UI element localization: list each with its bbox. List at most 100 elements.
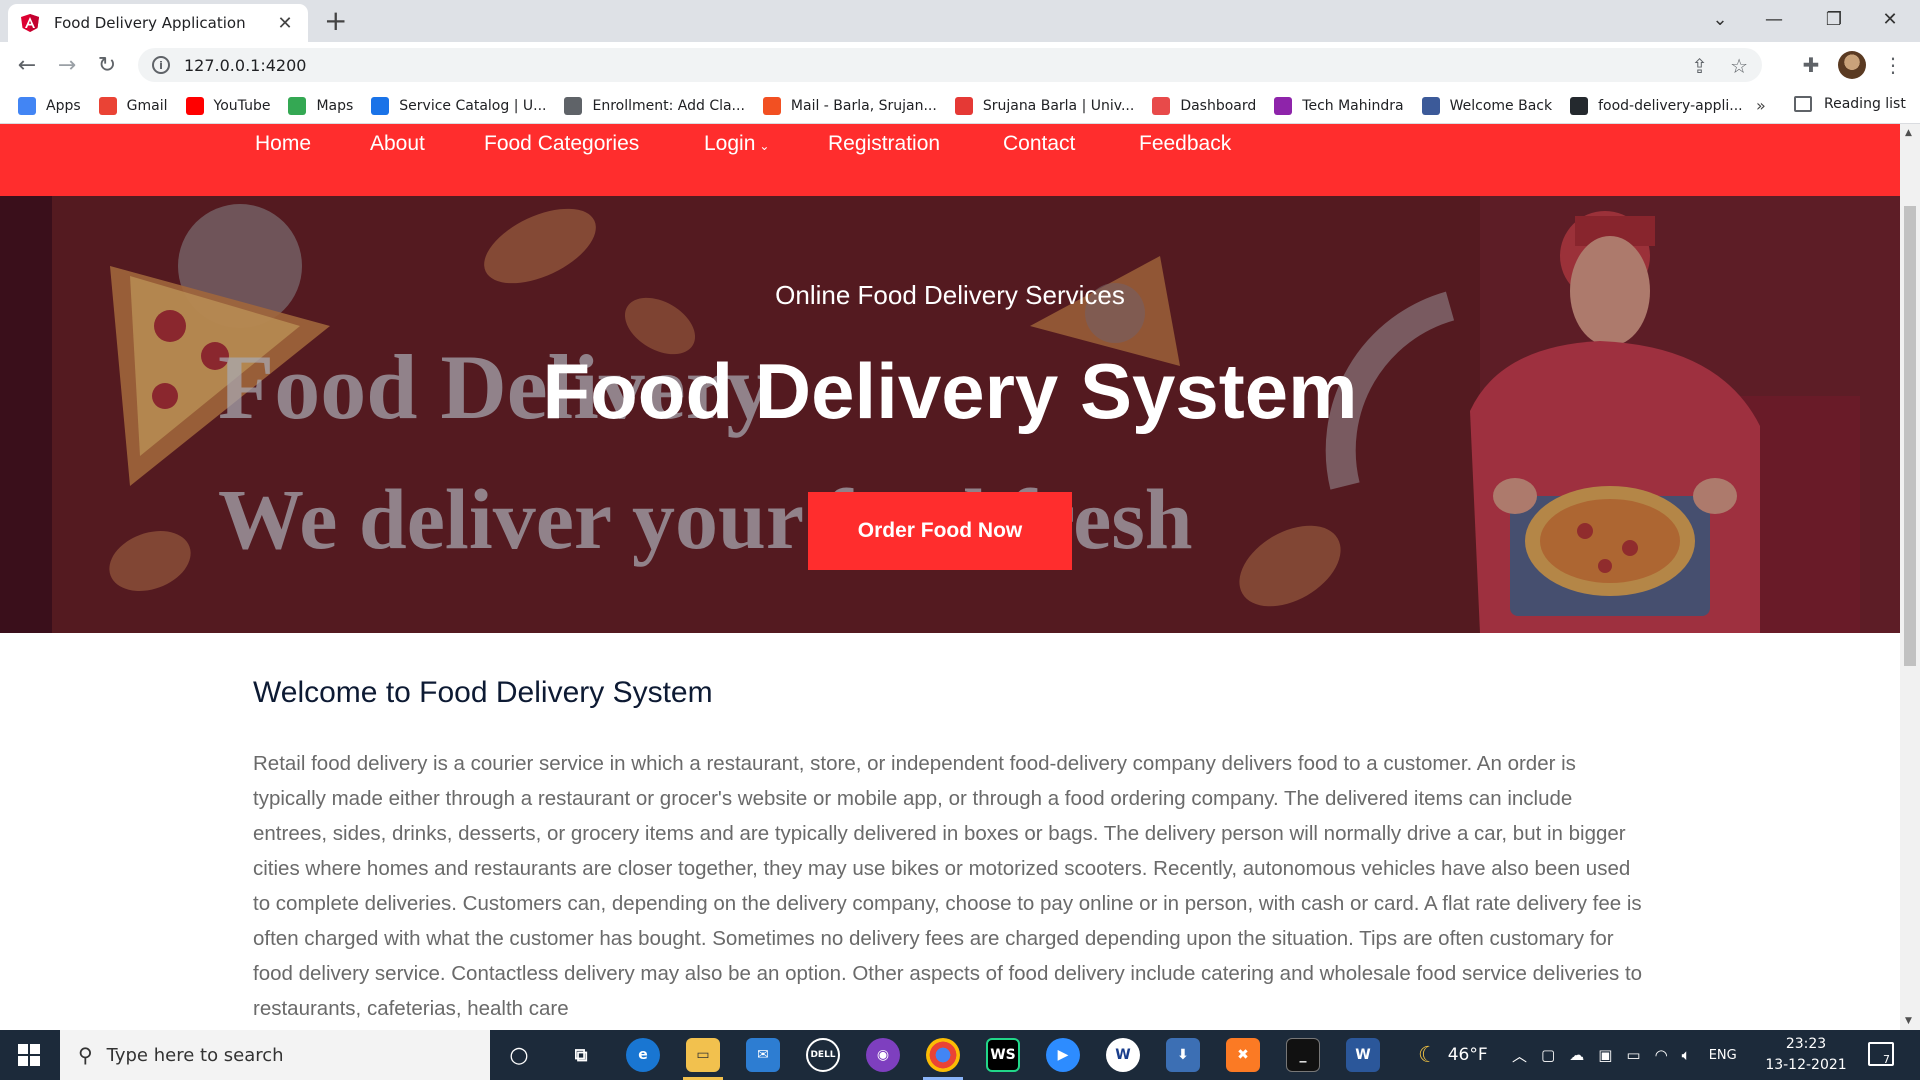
minimize-icon[interactable]: — xyxy=(1746,0,1802,38)
bookmark-label: Service Catalog | U... xyxy=(399,97,547,114)
taskbar-clock[interactable]: 23:23 13-12-2021 xyxy=(1762,1034,1850,1076)
reading-list-label: Reading list xyxy=(1824,96,1906,112)
site-navbar: Home About Food Categories Login ⌄ Regist… xyxy=(0,124,1900,196)
nav-registration[interactable]: Registration xyxy=(828,132,940,156)
zoom-icon[interactable]: ▶ xyxy=(1046,1038,1080,1072)
display-icon[interactable]: ▣ xyxy=(1598,1046,1612,1064)
edge-icon[interactable]: e xyxy=(626,1038,660,1072)
bookmark-item[interactable]: Service Catalog | U... xyxy=(371,96,547,115)
bookmark-item[interactable]: Welcome Back xyxy=(1421,96,1553,115)
more-bookmarks-icon[interactable]: » xyxy=(1756,96,1766,115)
windows-taskbar: ⚲ Type here to search ○ ⧉ e ▭ ✉ DELL ◉ W… xyxy=(0,1030,1920,1080)
forward-icon[interactable]: → xyxy=(52,50,82,80)
search-icon: ⚲ xyxy=(78,1043,93,1067)
extensions-icon[interactable]: ✚ xyxy=(1796,50,1826,80)
browser-tab-strip: Food Delivery Application ✕ + ⌄ — ❐ ✕ xyxy=(0,0,1920,42)
profile-avatar[interactable] xyxy=(1838,51,1866,79)
onedrive-icon[interactable]: ☁ xyxy=(1569,1046,1584,1064)
bookmark-item[interactable]: Apps xyxy=(18,96,81,115)
battery-icon[interactable]: ▭ xyxy=(1626,1046,1640,1064)
order-food-now-button[interactable]: Order Food Now xyxy=(808,492,1072,570)
clock-time: 23:23 xyxy=(1785,1036,1827,1052)
bookmark-item[interactable]: food-delivery-appli... xyxy=(1570,96,1743,115)
bookmark-label: Enrollment: Add Cla... xyxy=(592,97,745,114)
chrome-icon[interactable] xyxy=(926,1038,960,1072)
bookmark-item[interactable]: Dashboard xyxy=(1152,96,1256,115)
page-viewport: Home About Food Categories Login ⌄ Regist… xyxy=(0,124,1900,1030)
bookmark-label: Apps xyxy=(46,97,81,114)
share-icon[interactable]: ⇪ xyxy=(1691,54,1708,78)
bookmark-favicon-icon xyxy=(564,96,583,115)
bookmarks-bar: Apps Gmail YouTube Maps Service Catalog | U.… xyxy=(0,88,1920,124)
nav-login[interactable]: Login ⌄ xyxy=(704,132,769,156)
restore-icon[interactable]: ❐ xyxy=(1806,0,1862,38)
bookmark-item[interactable]: Maps xyxy=(288,96,353,115)
bookmark-favicon-icon xyxy=(1570,96,1589,115)
nav-about[interactable]: About xyxy=(370,132,425,156)
nav-login-label: Login xyxy=(704,132,756,155)
nav-food-categories[interactable]: Food Categories xyxy=(484,132,639,156)
bookmark-item[interactable]: Mail - Barla, Srujan... xyxy=(762,96,937,115)
bookmark-item[interactable]: Gmail xyxy=(98,96,168,115)
tab-search-icon[interactable]: ⌄ xyxy=(1692,0,1748,38)
page-scrollbar[interactable]: ▲ ▼ xyxy=(1900,124,1920,1030)
downloads-icon[interactable]: ⬇ xyxy=(1166,1038,1200,1072)
scroll-up-icon[interactable]: ▲ xyxy=(1905,128,1912,138)
bookmark-item[interactable]: YouTube xyxy=(185,96,271,115)
github-desktop-icon[interactable]: ◉ xyxy=(866,1038,900,1072)
language-indicator[interactable]: ENG xyxy=(1709,1048,1737,1063)
windows-start-icon[interactable] xyxy=(18,1044,40,1066)
new-tab-icon[interactable]: + xyxy=(324,6,347,36)
scroll-down-icon[interactable]: ▼ xyxy=(1905,1016,1912,1026)
bookmark-label: food-delivery-appli... xyxy=(1598,97,1743,114)
taskbar-search-box[interactable]: ⚲ Type here to search xyxy=(60,1030,490,1080)
hero-headline: Food Delivery System xyxy=(542,347,1358,435)
bookmark-favicon-icon xyxy=(18,96,36,115)
webstorm-icon[interactable]: WS xyxy=(986,1038,1020,1072)
nav-feedback[interactable]: Feedback xyxy=(1139,132,1231,156)
clock-date: 13-12-2021 xyxy=(1765,1057,1847,1073)
webex-icon[interactable]: W xyxy=(1106,1038,1140,1072)
dell-icon[interactable]: DELL xyxy=(806,1038,840,1072)
weather-widget[interactable]: ☾ 46°F xyxy=(1418,1030,1488,1080)
task-view-icon[interactable]: ⧉ xyxy=(564,1038,598,1072)
nav-contact[interactable]: Contact xyxy=(1003,132,1075,156)
tab-close-icon[interactable]: ✕ xyxy=(274,13,296,34)
bookmark-star-icon[interactable]: ☆ xyxy=(1730,54,1748,78)
browser-tab[interactable]: Food Delivery Application ✕ xyxy=(8,4,308,42)
chevron-up-icon[interactable]: ︿ xyxy=(1512,1045,1527,1066)
welcome-heading: Welcome to Food Delivery System xyxy=(253,676,713,709)
wifi-icon[interactable]: ◠ xyxy=(1655,1046,1668,1064)
bookmark-label: YouTube xyxy=(213,97,271,114)
cortana-icon[interactable]: ○ xyxy=(502,1038,536,1072)
reload-icon[interactable]: ↻ xyxy=(92,50,122,80)
reading-list-button[interactable]: Reading list xyxy=(1794,96,1906,112)
nav-home[interactable]: Home xyxy=(255,132,311,156)
bookmark-item[interactable]: Enrollment: Add Cla... xyxy=(564,96,745,115)
bookmark-favicon-icon xyxy=(954,96,973,115)
bookmark-label: Welcome Back xyxy=(1449,97,1553,114)
site-info-icon[interactable]: i xyxy=(152,56,170,74)
address-bar[interactable]: i 127.0.0.1:4200 ⇪ ☆ xyxy=(138,48,1762,82)
file-explorer-icon[interactable]: ▭ xyxy=(686,1038,720,1072)
word-icon[interactable]: W xyxy=(1346,1038,1380,1072)
url-text[interactable]: 127.0.0.1:4200 xyxy=(184,56,306,75)
chrome-menu-icon[interactable]: ⋮ xyxy=(1878,50,1908,80)
bookmark-item[interactable]: Srujana Barla | Univ... xyxy=(954,96,1135,115)
notification-center-icon[interactable]: 7 xyxy=(1868,1042,1894,1066)
meet-now-icon[interactable]: ▢ xyxy=(1541,1046,1555,1064)
system-tray: ︿ ▢ ☁ ▣ ▭ ◠ 🔈︎ ENG xyxy=(1512,1030,1737,1080)
bookmark-favicon-icon xyxy=(98,96,117,115)
scrollbar-thumb[interactable] xyxy=(1904,206,1916,666)
reading-list-icon xyxy=(1794,96,1812,112)
hero-banner: Food Delivery We deliver your food fresh… xyxy=(0,196,1900,633)
back-icon[interactable]: ← xyxy=(12,50,42,80)
volume-icon[interactable]: 🔈︎ xyxy=(1682,1046,1691,1064)
terminal-icon[interactable]: _ xyxy=(1286,1038,1320,1072)
close-window-icon[interactable]: ✕ xyxy=(1862,0,1918,38)
bookmark-label: Srujana Barla | Univ... xyxy=(982,97,1135,114)
xampp-icon[interactable]: ✖ xyxy=(1226,1038,1260,1072)
mail-icon[interactable]: ✉ xyxy=(746,1038,780,1072)
bookmark-favicon-icon xyxy=(1274,96,1293,115)
bookmark-item[interactable]: Tech Mahindra xyxy=(1274,96,1404,115)
